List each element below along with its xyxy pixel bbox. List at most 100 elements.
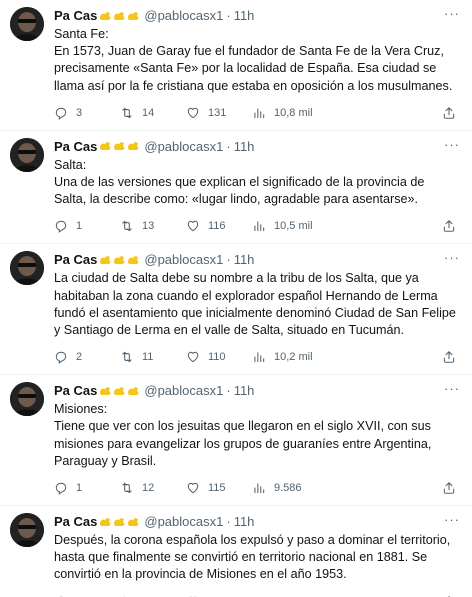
retweet-icon [122, 107, 132, 119]
timestamp[interactable]: 11h [234, 252, 255, 267]
views-icon [254, 352, 265, 363]
flexed-biceps-emoji-icon [99, 141, 140, 151]
view-count: 10,5 mil [274, 220, 313, 233]
views-button[interactable]: 10,2 mil [252, 350, 356, 364]
flexed-biceps-emoji-icon [99, 517, 140, 527]
heart-icon [187, 352, 199, 363]
reply-icon [55, 352, 67, 365]
avatar[interactable] [10, 513, 44, 548]
avatar-column [10, 7, 44, 130]
tweet-text: Misiones: Tiene que ver con los jesuitas … [54, 401, 460, 470]
separator-dot: · [226, 8, 231, 23]
like-count: 110 [208, 351, 226, 364]
author-name[interactable]: Pa Cas [54, 383, 97, 398]
flexed-biceps-emoji-icon [99, 255, 140, 265]
reply-count: 2 [76, 351, 83, 364]
more-icon[interactable]: ··· [444, 6, 460, 21]
separator-dot: · [226, 138, 231, 154]
tweet-text-line: Misiones: [54, 402, 108, 417]
more-icon[interactable]: ··· [444, 512, 460, 527]
author-name[interactable]: Pa Cas [54, 139, 97, 154]
reply-button[interactable]: 1 [54, 219, 120, 234]
tweet-text-line: Tiene que ver con los jesuitas que llega… [54, 419, 432, 468]
tweet-feed: Pa Cas @pablocasx1 · 11h ··· Santa Fe: En… [0, 0, 472, 597]
heart-icon [187, 482, 199, 494]
retweet-count: 13 [142, 220, 155, 233]
flexed-biceps-emoji-icon [99, 386, 140, 396]
avatar-column [10, 137, 44, 244]
retweet-button[interactable]: 12 [120, 481, 186, 495]
view-count: 9.586 [274, 482, 302, 495]
tweet-4[interactable]: Pa Cas @pablocasx1 · 11h ··· Misiones: Ti… [0, 375, 472, 507]
tweet-text: Salta: Una de las versiones que explican … [54, 157, 460, 209]
tweet-actions: 2 11 110 10,2 mil [54, 344, 460, 370]
tweet-header: Pa Cas @pablocasx1 · 11h [54, 7, 460, 24]
tweet-text-line: Una de las versiones que explican el sig… [54, 175, 425, 207]
reply-button[interactable]: 3 [54, 106, 120, 120]
tweet-actions: 2 9 105 9.140 [54, 589, 460, 597]
tweet-header: Pa Cas @pablocasx1 · 11h [54, 251, 460, 268]
avatar[interactable] [10, 7, 44, 41]
heart-icon [187, 107, 199, 119]
timestamp[interactable]: 11h [234, 8, 255, 23]
reply-count: 3 [76, 106, 83, 119]
like-button[interactable]: 116 [186, 219, 252, 233]
tweet-text-line: Salta: [54, 157, 87, 172]
retweet-button[interactable]: 13 [120, 219, 186, 233]
retweet-count: 14 [142, 106, 155, 119]
tweet-body: Pa Cas @pablocasx1 · 11h ··· Después, la… [54, 512, 460, 597]
author-name[interactable]: Pa Cas [54, 514, 97, 529]
retweet-button[interactable]: 11 [120, 350, 186, 364]
views-icon [254, 221, 265, 232]
views-button[interactable]: 9.586 [252, 481, 356, 495]
tweet-3[interactable]: Pa Cas @pablocasx1 · 11h ··· La ciudad d… [0, 244, 472, 376]
retweet-button[interactable]: 14 [120, 106, 186, 120]
flexed-biceps-emoji-icon [99, 11, 140, 21]
views-button[interactable]: 10,8 mil [252, 106, 356, 120]
retweet-count: 11 [142, 351, 154, 364]
tweet-header: Pa Cas @pablocasx1 · 11h [54, 513, 460, 530]
retweet-count: 12 [142, 482, 155, 495]
timestamp[interactable]: 11h [234, 139, 255, 154]
like-button[interactable]: 115 [186, 481, 252, 495]
tweet-text-line: Después, la corona española los expulsó … [54, 533, 451, 582]
tweet-5[interactable]: Pa Cas @pablocasx1 · 11h ··· Después, la… [0, 506, 472, 597]
tweet-actions: 1 12 115 9.586 [54, 475, 460, 501]
share-icon[interactable] [442, 219, 456, 233]
more-icon[interactable]: ··· [444, 381, 460, 396]
author-handle[interactable]: @pablocasx1 [144, 252, 223, 267]
avatar[interactable] [10, 137, 44, 172]
like-button[interactable]: 110 [186, 350, 252, 364]
share-icon[interactable] [442, 106, 456, 120]
reply-icon [55, 221, 67, 234]
tweet-header: Pa Cas @pablocasx1 · 11h [54, 138, 460, 155]
tweet-1[interactable]: Pa Cas @pablocasx1 · 11h ··· Santa Fe: En… [0, 0, 472, 131]
heart-icon [187, 221, 199, 232]
avatar[interactable] [10, 382, 44, 417]
timestamp[interactable]: 11h [234, 383, 255, 398]
reply-button[interactable]: 2 [54, 350, 120, 365]
tweet-2[interactable]: Pa Cas @pablocasx1 · 11h ··· Salta: Una d… [0, 131, 472, 245]
avatar-column [10, 513, 44, 597]
like-count: 131 [208, 106, 227, 119]
views-button[interactable]: 10,5 mil [252, 219, 356, 233]
more-icon[interactable]: ··· [444, 250, 460, 265]
retweet-icon [122, 221, 132, 232]
tweet-text: La ciudad de Salta debe su nombre a la t… [54, 270, 460, 339]
timestamp[interactable]: 11h [234, 514, 255, 529]
author-name[interactable]: Pa Cas [54, 252, 97, 267]
views-icon [254, 483, 265, 494]
share-icon[interactable] [442, 481, 456, 495]
author-handle[interactable]: @pablocasx1 [144, 383, 223, 398]
like-button[interactable]: 131 [186, 106, 252, 120]
reply-button[interactable]: 1 [54, 481, 120, 495]
avatar[interactable] [10, 251, 44, 286]
more-icon[interactable]: ··· [444, 137, 460, 152]
like-count: 116 [208, 220, 226, 233]
author-handle[interactable]: @pablocasx1 [144, 514, 223, 529]
author-handle[interactable]: @pablocasx1 [144, 8, 223, 23]
author-handle[interactable]: @pablocasx1 [144, 139, 223, 154]
reply-icon [55, 107, 67, 120]
author-name[interactable]: Pa Cas [54, 8, 97, 23]
share-icon[interactable] [442, 350, 456, 364]
